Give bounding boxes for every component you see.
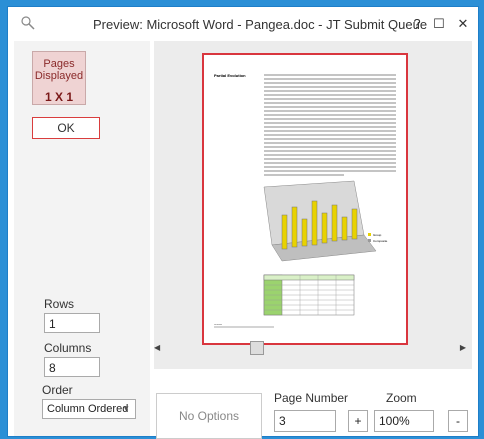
scroll-thumb[interactable] xyxy=(250,341,264,355)
page-heading: Partial Evolution xyxy=(214,73,246,78)
help-button[interactable]: ? xyxy=(408,15,426,33)
rows-field[interactable]: 1 xyxy=(44,313,100,333)
order-select[interactable]: Column Ordered ▼ xyxy=(42,399,136,419)
preview-area[interactable]: Partial Evolution Group Composite ~~~ xyxy=(154,41,472,369)
columns-field[interactable]: 8 xyxy=(44,357,100,377)
close-button[interactable]: ✕ xyxy=(454,15,472,33)
pages-displayed-value: 1 X 1 xyxy=(44,90,74,104)
page-increment-button[interactable]: + xyxy=(348,410,368,432)
order-select-value: Column Ordered xyxy=(47,403,129,415)
zoom-decrement-button[interactable]: - xyxy=(448,410,468,432)
pages-displayed-label: Pages Displayed xyxy=(34,58,84,82)
document-page-preview: Partial Evolution Group Composite ~~~ xyxy=(202,53,408,345)
ok-button[interactable]: OK xyxy=(32,117,100,139)
scroll-left-icon[interactable]: ◀ xyxy=(154,343,160,352)
data-table-graphic xyxy=(263,274,355,316)
title-bar: Preview: Microsoft Word - Pangea.doc - J… xyxy=(8,7,478,41)
page-number-field[interactable]: 3 xyxy=(274,410,336,432)
page-content-graphic: Partial Evolution Group Composite ~~~ xyxy=(214,73,396,328)
columns-label: Columns xyxy=(44,341,92,355)
scroll-right-icon[interactable]: ▶ xyxy=(460,343,466,352)
zoom-label: Zoom xyxy=(386,391,417,405)
rows-label: Rows xyxy=(44,297,75,311)
chart-legend-1: Group xyxy=(373,233,382,237)
no-options-box: No Options xyxy=(156,393,262,439)
zoom-field[interactable]: 100% xyxy=(374,410,434,432)
magnifier-icon xyxy=(20,15,36,31)
maximize-button[interactable]: ☐ xyxy=(430,15,448,33)
window-title: Preview: Microsoft Word - Pangea.doc - J… xyxy=(93,17,428,32)
left-options-panel: Pages Displayed 1 X 1 OK Rows 1 Columns … xyxy=(14,41,150,436)
pages-displayed-button[interactable]: Pages Displayed 1 X 1 xyxy=(32,51,86,105)
order-label: Order xyxy=(42,383,73,397)
horizontal-scrollbar[interactable]: ◀ ▶ xyxy=(154,341,472,357)
svg-text:~~~: ~~~ xyxy=(214,323,222,328)
chevron-down-icon: ▼ xyxy=(122,404,130,413)
page-number-label: Page Number xyxy=(274,391,349,405)
bar-chart-graphic: Group Composite xyxy=(263,180,388,262)
preview-window: Preview: Microsoft Word - Pangea.doc - J… xyxy=(7,6,479,439)
chart-legend-2: Composite xyxy=(373,239,388,243)
